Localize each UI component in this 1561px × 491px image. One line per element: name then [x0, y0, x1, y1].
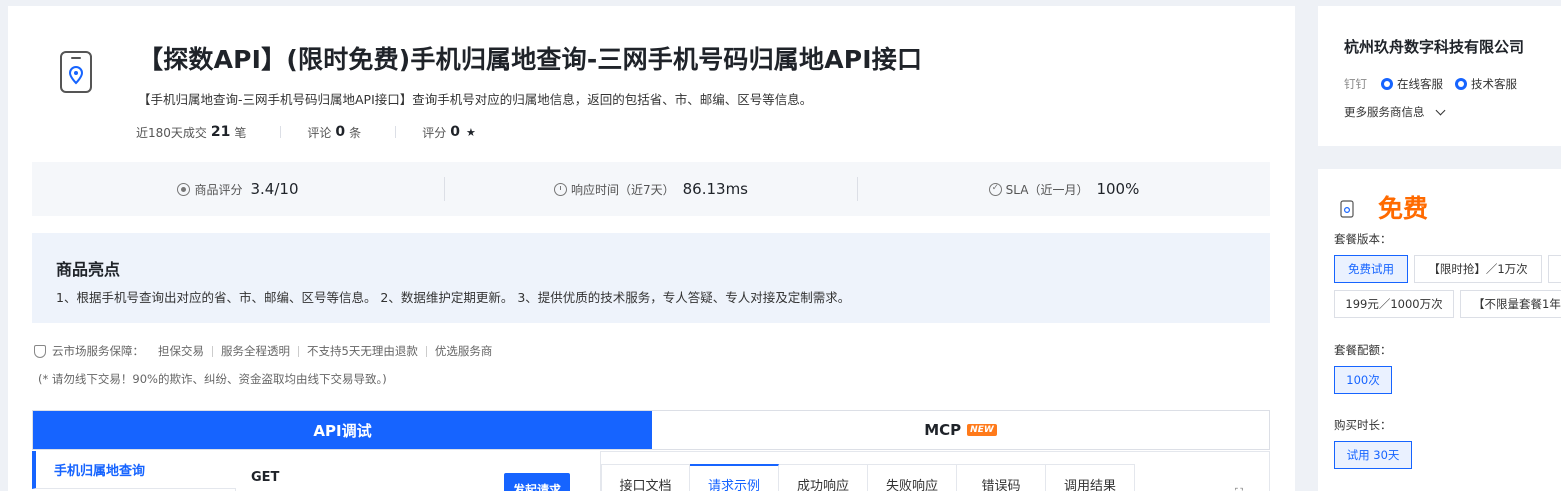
product-title: 【探数API】(限时免费)手机归属地查询-三网手机号码归属地API接口: [138, 45, 923, 74]
product-subtitle: 【手机归属地查询-三网手机号码归属地API接口】查询手机号对应的归属地信息，返回…: [138, 92, 813, 107]
metric-product-score: 商品评分 3.4/10: [32, 180, 444, 198]
phone-location-icon: [1340, 200, 1354, 218]
duration-option[interactable]: 试用 30天: [1334, 441, 1412, 469]
more-seller-info-label: 更多服务商信息: [1344, 105, 1425, 119]
tab-failure-response[interactable]: 失败响应: [868, 464, 957, 491]
metric-response-time: 响应时间（近7天） 86.13ms: [445, 180, 857, 198]
price: 免费: [1378, 194, 1429, 223]
divider: [395, 126, 397, 138]
main-tabs: API调试 MCP NEW: [32, 410, 1270, 450]
divider: [212, 345, 213, 357]
version-option-free-trial[interactable]: 免费试用: [1334, 255, 1408, 283]
tech-service-icon: [1455, 78, 1467, 90]
metric-label: 商品评分: [194, 182, 243, 197]
version-option-limited[interactable]: 【限时抢】／1万次: [1414, 255, 1542, 283]
expand-icon[interactable]: ⛶: [1235, 486, 1247, 491]
version-option-unlimited[interactable]: 【不限量套餐1年: [1460, 290, 1561, 318]
metric-value: 100%: [1096, 180, 1140, 198]
product-main-card: 【探数API】(限时免费)手机归属地查询-三网手机号码归属地API接口 【手机归…: [8, 6, 1295, 491]
seller-name[interactable]: 杭州玖舟数字科技有限公司: [1344, 36, 1524, 57]
chevron-down-icon: [1435, 105, 1445, 115]
tech-service-link[interactable]: 技术客服: [1471, 76, 1517, 92]
guarantee-item[interactable]: 不支持5天无理由退款: [307, 343, 418, 359]
product-highlights: 商品亮点 1、根据手机号查询出对应的省、市、邮编、区号等信息。 2、数据维护定期…: [32, 233, 1270, 323]
guarantee-item[interactable]: 优选服务商: [435, 343, 493, 359]
online-service-link[interactable]: 在线客服: [1397, 76, 1443, 92]
online-service-icon: [1381, 78, 1393, 90]
sales-value: 21: [210, 124, 231, 140]
sales-unit: 笔: [234, 125, 247, 140]
tab-request-example[interactable]: 请求示例: [690, 464, 779, 491]
offline-trade-warning: (* 请勿线下交易！90%的欺诈、纠纷、资金盗取均由线下交易导致。): [38, 372, 387, 386]
tab-api-debug[interactable]: API调试: [33, 411, 652, 449]
guarantee-item[interactable]: 担保交易: [158, 343, 204, 359]
dingtalk-label[interactable]: 钉钉: [1344, 76, 1367, 92]
duration-label: 购买时长：: [1334, 418, 1392, 432]
metric-label: 响应时间（近7天）: [570, 182, 675, 197]
seller-contacts: 钉钉 在线客服 技术客服: [1344, 76, 1529, 92]
more-seller-info[interactable]: 更多服务商信息: [1344, 104, 1445, 120]
metric-label: SLA（近一月）: [1005, 182, 1089, 197]
guarantee-item[interactable]: 服务全程透明: [221, 343, 290, 359]
version-label: 套餐版本：: [1334, 232, 1392, 246]
guarantee-label: 云市场服务保障：: [52, 344, 144, 358]
service-guarantee: 云市场服务保障： 担保交易 服务全程透明 不支持5天无理由退款 优选服务商: [34, 343, 492, 359]
quota-label: 套餐配额：: [1334, 343, 1392, 357]
http-method: GET: [251, 470, 280, 485]
check-circle-icon: [988, 182, 1002, 196]
shield-icon: [34, 344, 46, 358]
star-icon: ★: [465, 125, 476, 139]
product-stats: 近180天成交 21 笔 评论 0 条 评分 0 ★: [136, 122, 476, 142]
new-badge: NEW: [967, 424, 997, 436]
clock-icon: [553, 182, 567, 196]
reviews-value[interactable]: 0: [335, 124, 345, 140]
tab-mcp[interactable]: MCP NEW: [652, 411, 1269, 449]
metric-value: 3.4/10: [250, 180, 299, 198]
divider: [298, 345, 299, 357]
score-icon: [177, 182, 191, 196]
seller-card: 杭州玖舟数字科技有限公司 钉钉 在线客服 技术客服 更多服务商信息: [1318, 6, 1561, 146]
api-list: 手机归属地查询: [32, 451, 236, 491]
divider: [280, 126, 282, 138]
tab-call-result[interactable]: 调用结果: [1046, 464, 1135, 491]
divider: [425, 345, 427, 357]
metric-value: 86.13ms: [682, 180, 748, 198]
version-option-199[interactable]: 199元／1000万次: [1334, 290, 1454, 318]
rating-label: 评分: [422, 125, 447, 140]
tab-success-response[interactable]: 成功响应: [779, 464, 868, 491]
doc-tabs: 接口文档 请求示例 成功响应 失败响应 错误码 调用结果: [601, 464, 1135, 491]
sales-label: 近180天成交: [136, 125, 207, 140]
metrics-bar: 商品评分 3.4/10 响应时间（近7天） 86.13ms SLA（近一月） 1…: [32, 162, 1270, 216]
version-option-more[interactable]: [1548, 255, 1561, 283]
quota-option[interactable]: 100次: [1334, 366, 1392, 394]
api-list-item[interactable]: 手机归属地查询: [32, 451, 236, 489]
phone-location-icon: [60, 51, 92, 93]
pricing-card: 免费 套餐版本： 免费试用 【限时抢】／1万次 199元／1000万次 【不限量…: [1318, 169, 1561, 491]
send-request-button[interactable]: 发起请求: [504, 473, 570, 491]
highlights-title: 商品亮点: [56, 260, 121, 279]
tab-api-doc[interactable]: 接口文档: [601, 464, 690, 491]
highlights-text: 1、根据手机号查询出对应的省、市、邮编、区号等信息。 2、数据维护定期更新。 3…: [56, 290, 851, 305]
tab-error-code[interactable]: 错误码: [957, 464, 1046, 491]
metric-sla: SLA（近一月） 100%: [858, 180, 1270, 198]
tab-mcp-label: MCP: [924, 421, 962, 439]
api-doc-panel: 接口文档 请求示例 成功响应 失败响应 错误码 调用结果 ⛶: [600, 451, 1270, 491]
rating-value: 0: [450, 124, 460, 140]
reviews-label: 评论: [307, 125, 332, 140]
reviews-unit: 条: [349, 125, 362, 140]
